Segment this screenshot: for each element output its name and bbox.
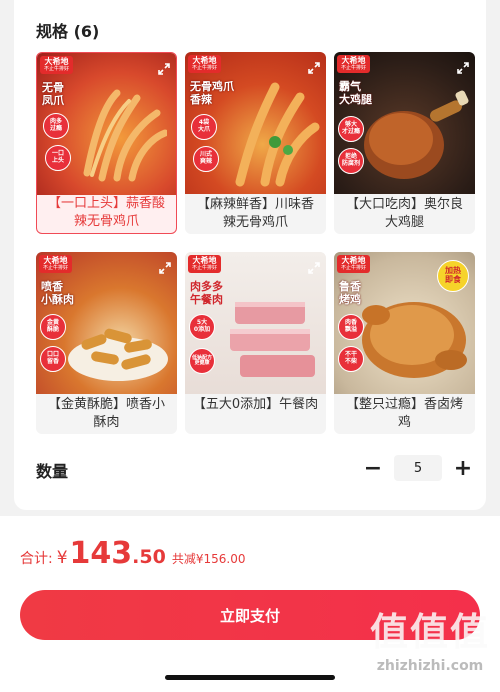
brand-badge: 大希地 不止牛排好 — [40, 56, 74, 75]
increase-button[interactable]: + — [450, 455, 476, 481]
currency-symbol: ¥ — [56, 548, 68, 568]
brand-badge: 大希地 不止牛排好 — [188, 55, 222, 74]
spec-option-label: 【大口吃肉】奥尔良大鸡腿 — [345, 197, 463, 230]
spec-option-crispy-pork[interactable]: 大希地 不止牛排好 喷香 小酥肉 金黄 酥脆 口口 留香 【金黄酥脆】喷香小酥肉 — [36, 252, 177, 434]
product-tag: 一口 上头 — [45, 145, 71, 171]
spec-title: 规格 (6) — [36, 22, 100, 41]
product-headline: 无骨鸡爪 香辣 — [190, 80, 234, 107]
total-decimal: .50 — [132, 546, 166, 568]
spec-option-spicy-chicken-feet[interactable]: 大希地 不止牛排好 无骨鸡爪 香辣 4袋 大爪 川式 爽辣 【麻辣鲜香】川味香辣无… — [185, 52, 326, 234]
product-image: 大希地 不止牛排好 无骨鸡爪 香辣 4袋 大爪 川式 爽辣 — [185, 52, 326, 194]
zoom-icon[interactable] — [157, 61, 171, 75]
product-tag: 肉多 过瘾 — [43, 113, 69, 139]
product-tag: 不干 不柴 — [338, 346, 364, 372]
decrease-button[interactable]: − — [360, 455, 386, 481]
quantity-field[interactable]: 5 — [394, 455, 442, 481]
product-tag: 拒绝 防腐剂 — [338, 148, 364, 174]
zoom-icon[interactable] — [158, 260, 172, 274]
product-tag: 加热 即食 — [437, 260, 469, 292]
spec-option-label: 【一口上头】蒜香酸辣无骨鸡爪 — [47, 196, 165, 229]
order-total: 合计: ¥ 143 .50 共减¥156.00 — [20, 536, 245, 576]
product-headline: 肉多多 午餐肉 — [190, 280, 223, 307]
product-tag: 5大 0添加 — [189, 314, 215, 340]
spec-option-label: 【麻辣鲜香】川味香辣无骨鸡爪 — [196, 197, 314, 230]
spec-option-label: 【金黄酥脆】喷香小酥肉 — [47, 397, 165, 430]
product-tag: 金黄 酥脆 — [40, 314, 66, 340]
discount-amount: 共减¥156.00 — [171, 552, 246, 566]
spec-option-orleans-drumstick[interactable]: 大希地 不止牛排好 霸气 大鸡腿 够大 才过瘾 拒绝 防腐剂 【大口吃肉】奥尔良大… — [334, 52, 475, 234]
checkout-footer: 合计: ¥ 143 .50 共减¥156.00 立即支付 值值值 zhizhiz… — [0, 516, 500, 692]
product-image: 大希地 不止牛排好 无骨 凤爪 肉多 过瘾 一口 上头 — [37, 53, 176, 195]
zoom-icon[interactable] — [307, 260, 321, 274]
product-tag: 肉香 飘溢 — [338, 314, 364, 340]
product-headline: 鲁香 烤鸡 — [339, 280, 361, 307]
product-headline: 无骨 凤爪 — [42, 81, 64, 108]
quantity-title: 数量 — [36, 462, 69, 481]
product-headline: 霸气 大鸡腿 — [339, 80, 372, 107]
quantity-row: 数量 − 5 + — [36, 452, 476, 484]
spec-option-garlic-chicken-feet[interactable]: 大希地 不止牛排好 无骨 凤爪 肉多 过瘾 一口 上头 【一口上头】蒜香酸辣无骨鸡… — [36, 52, 177, 234]
product-tag: 低钠配方 更健康 — [189, 348, 215, 374]
quantity-stepper: − 5 + — [360, 454, 476, 482]
product-tag: 够大 才过瘾 — [338, 116, 364, 142]
total-label: 合计: — [20, 551, 53, 567]
product-image: 大希地 不止牛排好 鲁香 烤鸡 肉香 飘溢 不干 不柴 加热 即食 — [334, 252, 475, 394]
brand-badge: 大希地 不止牛排好 — [337, 55, 371, 74]
home-indicator[interactable] — [165, 675, 335, 680]
product-headline: 喷香 小酥肉 — [41, 280, 74, 307]
spec-panel: 规格 (6) 大希地 不止牛排好 无骨 凤爪 肉多 过瘾 一口 上头 【一口上头… — [14, 0, 486, 510]
product-image: 大希地 不止牛排好 霸气 大鸡腿 够大 才过瘾 拒绝 防腐剂 — [334, 52, 475, 194]
brand-badge: 大希地 不止牛排好 — [39, 255, 73, 274]
zoom-icon[interactable] — [307, 60, 321, 74]
product-image: 大希地 不止牛排好 肉多多 午餐肉 5大 0添加 低钠配方 更健康 — [185, 252, 326, 394]
watermark: 值值值 zhizhizhi.com — [370, 612, 490, 674]
brand-badge: 大希地 不止牛排好 — [337, 255, 371, 274]
spec-option-luncheon-meat[interactable]: 大希地 不止牛排好 肉多多 午餐肉 5大 0添加 低钠配方 更健康 【五大0添加】… — [185, 252, 326, 434]
product-tag: 口口 留香 — [40, 346, 66, 372]
spec-option-roast-chicken[interactable]: 大希地 不止牛排好 鲁香 烤鸡 肉香 飘溢 不干 不柴 加热 即食 【整只过瘾】香… — [334, 252, 475, 434]
watermark-site: zhizhizhi.com — [376, 658, 484, 674]
zoom-icon[interactable] — [456, 60, 470, 74]
total-integer: 143 — [69, 536, 133, 571]
product-image: 大希地 不止牛排好 喷香 小酥肉 金黄 酥脆 口口 留香 — [36, 252, 177, 394]
brand-badge: 大希地 不止牛排好 — [188, 255, 222, 274]
spec-option-label: 【整只过瘾】香卤烤鸡 — [345, 397, 463, 430]
product-tag: 川式 爽辣 — [193, 146, 219, 172]
spec-option-label: 【五大0添加】午餐肉 — [192, 397, 319, 412]
product-tag: 4袋 大爪 — [191, 114, 217, 140]
watermark-logo: 值值值 — [369, 610, 490, 654]
